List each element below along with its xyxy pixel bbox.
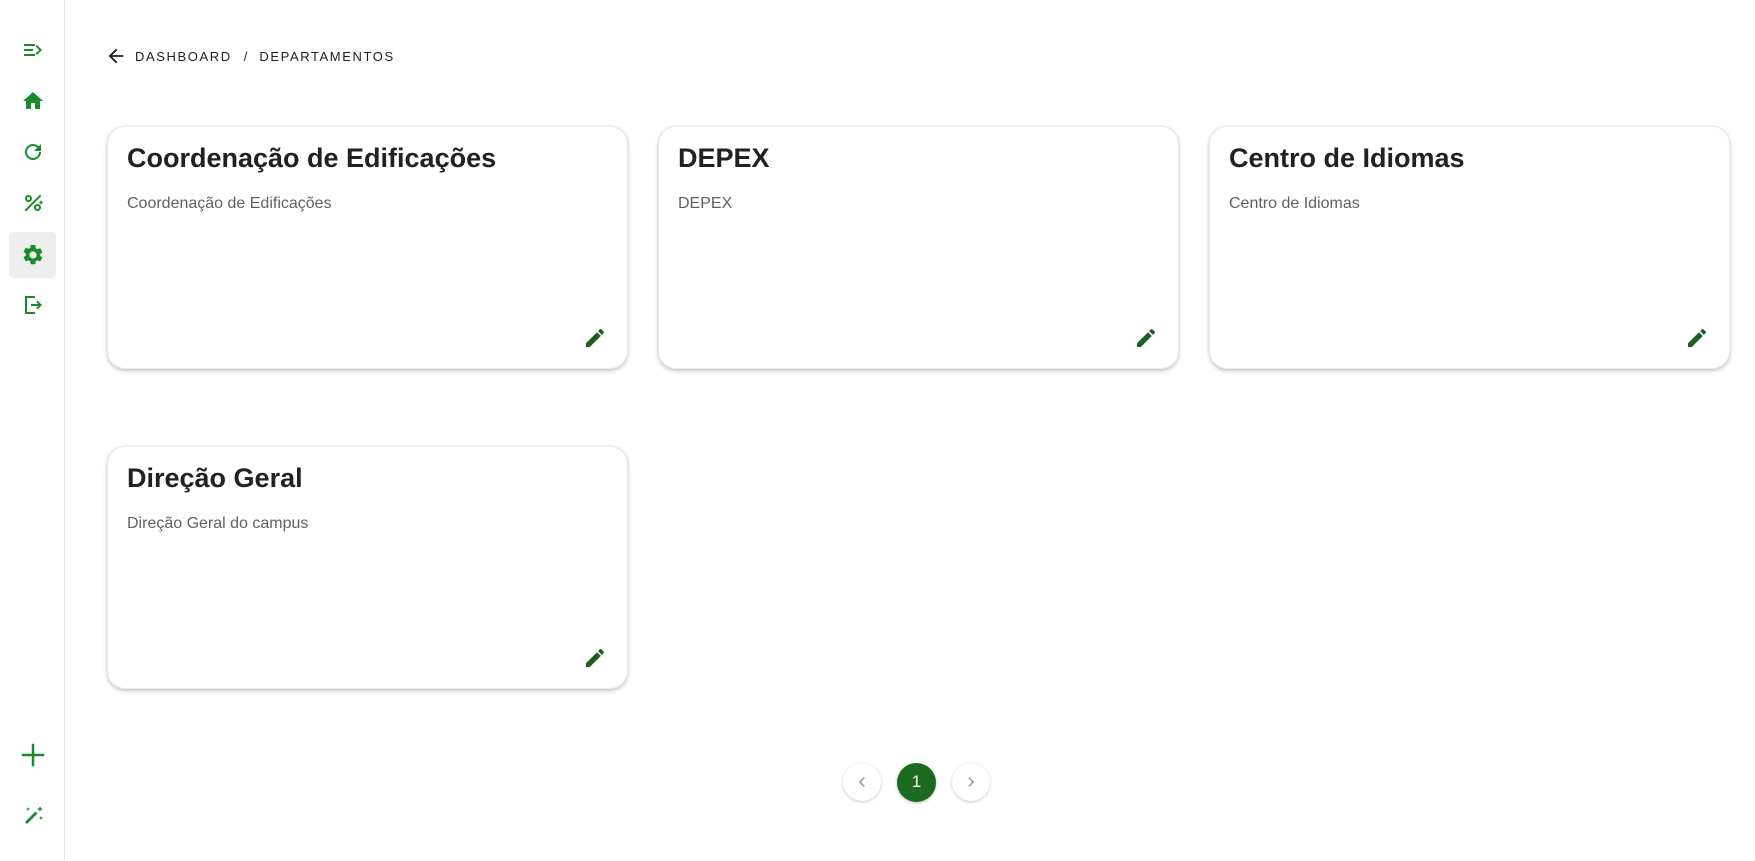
card-title: DEPEX (678, 143, 770, 173)
department-card[interactable]: Direção Geral Direção Geral do campus (107, 446, 628, 689)
breadcrumb-separator: / (243, 48, 248, 64)
prev-page-button[interactable] (843, 763, 881, 801)
logout-icon (24, 296, 42, 314)
breadcrumb-item-dashboard[interactable]: DASHBOARD (135, 49, 232, 64)
card-title: Direção Geral (127, 463, 303, 493)
sidebar-item-refresh[interactable] (9, 129, 56, 175)
department-card[interactable]: DEPEX DEPEX (658, 126, 1179, 369)
menu-toggle-button[interactable] (9, 27, 56, 73)
card-title: Coordenação de Edificações (127, 143, 497, 173)
pencil-icon (586, 328, 605, 347)
pencil-icon (1137, 328, 1156, 347)
card-description: Coordenação de Edificações (127, 195, 332, 212)
edit-button[interactable] (1679, 320, 1715, 356)
add-button[interactable] (9, 732, 56, 778)
refresh-icon (24, 144, 41, 160)
chevron-left-icon (858, 777, 865, 787)
card-description: Direção Geral do campus (127, 515, 309, 532)
pagination: 1 (843, 762, 990, 802)
percent-sparkle-icon (24, 194, 43, 212)
pencil-icon (586, 648, 605, 667)
chevron-right-icon (968, 777, 975, 787)
card-description: Centro de Idiomas (1229, 195, 1360, 212)
gear-icon (23, 244, 42, 265)
breadcrumb-item-departamentos: DEPARTAMENTOS (259, 48, 395, 64)
edit-button[interactable] (1128, 320, 1164, 356)
arrow-left-icon (108, 48, 124, 64)
menu-open-icon (23, 44, 42, 56)
department-card[interactable]: Centro de Idiomas Centro de Idiomas (1209, 126, 1730, 369)
magic-wand-icon (24, 806, 43, 824)
edit-button[interactable] (577, 640, 613, 676)
card-description: DEPEX (678, 195, 733, 212)
back-button[interactable] (105, 45, 127, 67)
sidebar-item-home[interactable] (9, 78, 56, 124)
edit-button[interactable] (577, 320, 613, 356)
plus-icon (21, 743, 44, 767)
pencil-icon (1688, 328, 1707, 347)
card-title: Centro de Idiomas (1229, 143, 1465, 173)
page-number-button[interactable]: 1 (897, 762, 936, 802)
breadcrumb: DASHBOARD / DEPARTAMENTOS (105, 42, 395, 70)
sidebar-item-logout[interactable] (9, 282, 56, 328)
sidebar-item-settings[interactable] (9, 232, 56, 278)
magic-wand-button[interactable] (9, 793, 56, 839)
sidebar (0, 0, 65, 861)
department-card[interactable]: Coordenação de Edificações Coordenação d… (107, 126, 628, 369)
home-icon (22, 92, 43, 109)
next-page-button[interactable] (952, 763, 990, 801)
sidebar-item-promotions[interactable] (9, 180, 56, 226)
app-root: DASHBOARD / DEPARTAMENTOS Coordenação de… (0, 0, 1755, 861)
